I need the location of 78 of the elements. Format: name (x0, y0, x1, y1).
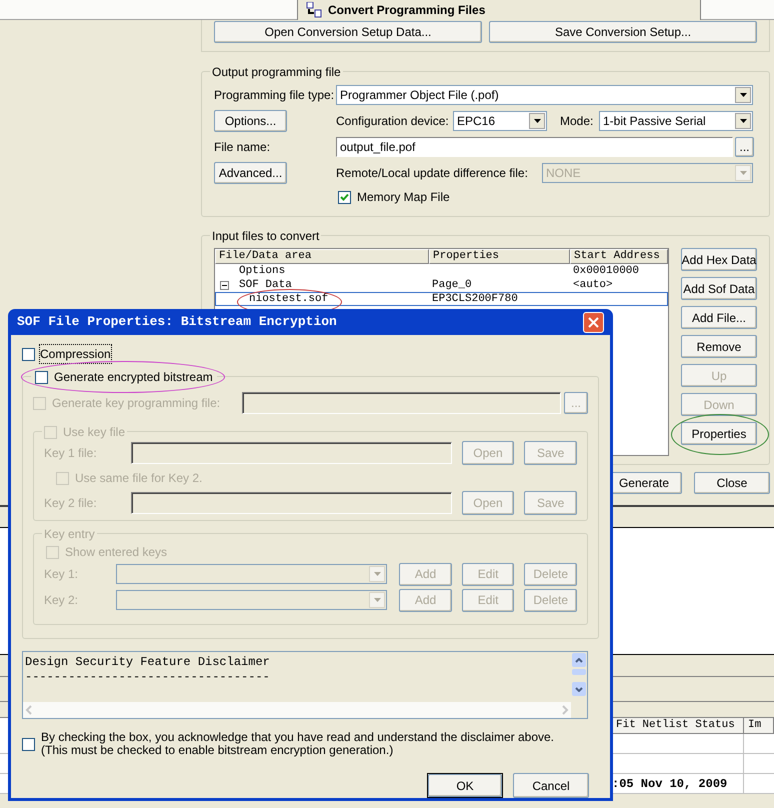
tab-title: Convert Programming Files (328, 2, 486, 19)
field-label: Key 2: (44, 593, 78, 607)
setup-button[interactable]: Open Conversion Setup Data... (214, 21, 482, 43)
field-label: Configuration device: (336, 114, 449, 128)
close-icon (588, 316, 599, 328)
table-cell: Options (239, 265, 286, 277)
dropdown[interactable] (116, 590, 388, 610)
text-field[interactable] (242, 392, 562, 414)
field-label: Mode: (560, 114, 594, 128)
browse-button[interactable]: ... (735, 137, 754, 157)
side-button[interactable]: Remove (681, 335, 757, 358)
checkbox[interactable] (338, 190, 351, 204)
dialog-button[interactable]: OK (428, 774, 502, 797)
scroll-up-button[interactable] (572, 653, 586, 667)
table-cell: SOF Data (239, 279, 292, 291)
disclaimer-line: Design Security Feature Disclaimer (25, 655, 270, 670)
options-button[interactable]: Options... (214, 110, 287, 132)
field-label: Key 1 file: (44, 446, 97, 460)
chevron-down-icon (575, 686, 583, 692)
checkbox-label: Generate encrypted bitstream (54, 369, 213, 386)
table-cell: 0x00010000 (573, 265, 640, 277)
acknowledge-text: By checking the box, you acknowledge that you have read and understand the disclaimer above. (This must be checked to enable bitstream encryption generation.) (41, 731, 555, 757)
dropdown[interactable]: 1-bit Passive Serial (599, 111, 753, 131)
text-field[interactable] (131, 442, 452, 464)
scroll-thumb[interactable] (572, 669, 586, 675)
window-tab[interactable]: Convert Programming Files (297, 0, 701, 20)
table-cell: niostest.sof (249, 293, 328, 305)
collapse-toggle-icon[interactable] (220, 280, 229, 290)
checkbox[interactable] (35, 370, 48, 384)
table-cell: Page_0 (432, 279, 472, 291)
scroll-down-button[interactable] (572, 682, 586, 696)
checkbox[interactable] (22, 738, 35, 750)
group-title: Key entry (44, 526, 95, 543)
dropdown[interactable]: EPC16 (453, 111, 547, 131)
dropdown[interactable]: Programmer Object File (.pof) (336, 85, 753, 105)
column-header[interactable]: File/Data area (215, 249, 429, 264)
action-button[interactable]: Close (694, 472, 770, 494)
advanced-button[interactable]: Advanced... (214, 162, 287, 184)
close-button[interactable] (583, 312, 604, 332)
side-button[interactable]: Add Hex Data (681, 248, 757, 271)
document-convert-icon (306, 2, 322, 18)
checkbox-label: Generate key programming file: (52, 395, 220, 412)
group-title: Output programming file (212, 64, 341, 81)
table-row[interactable]: SOF Data Page_0 <auto> (215, 278, 668, 292)
checkbox-label: Use key file (63, 424, 126, 441)
checkbox-label: Compression (40, 345, 111, 363)
dropdown[interactable] (116, 564, 388, 584)
table-row[interactable]: niostest.sof EP3CLS200F780 (215, 292, 668, 306)
side-button[interactable]: Add File... (681, 306, 757, 329)
text-field[interactable] (131, 492, 452, 514)
field-label: Key 1: (44, 567, 78, 581)
column-header[interactable]: Fit Netlist Status (612, 718, 744, 734)
field-label: Remote/Local update difference file: (336, 166, 528, 180)
dialog-title: SOF File Properties: Bitstream Encryption (17, 313, 337, 332)
checkbox-label: Memory Map File (357, 189, 450, 206)
field-label: File name: (214, 140, 270, 154)
text-field[interactable]: output_file.pof (336, 137, 733, 157)
chevron-up-icon (575, 658, 583, 662)
column-header[interactable]: Start Address (570, 249, 668, 264)
column-header[interactable]: Properties (429, 249, 570, 264)
side-button[interactable]: Properties (681, 422, 757, 445)
column-header[interactable]: Im (744, 718, 774, 734)
group-title: Input files to convert (212, 228, 320, 245)
table-cell-text: :05 Nov 10, 2009 (612, 776, 728, 792)
dialog-button[interactable]: Cancel (513, 773, 589, 798)
field-value: output_file.pof (340, 139, 416, 156)
field-label: Programming file type: (214, 88, 334, 102)
check-icon (340, 192, 349, 202)
table-cell: <auto> (573, 279, 613, 291)
side-button[interactable]: Add Sof Data (681, 277, 757, 300)
checkbox-label: Show entered keys (65, 544, 168, 561)
setup-button[interactable]: Save Conversion Setup... (489, 21, 757, 43)
disclaimer-line: ---------------------------------- (25, 670, 270, 685)
checkbox[interactable] (22, 348, 35, 360)
field-label: Use same file for Key 2. (75, 470, 202, 487)
table-cell: EP3CLS200F780 (432, 293, 518, 305)
field-label: Key 2 file: (44, 496, 97, 510)
table-row[interactable]: Options 0x00010000 (215, 264, 668, 278)
